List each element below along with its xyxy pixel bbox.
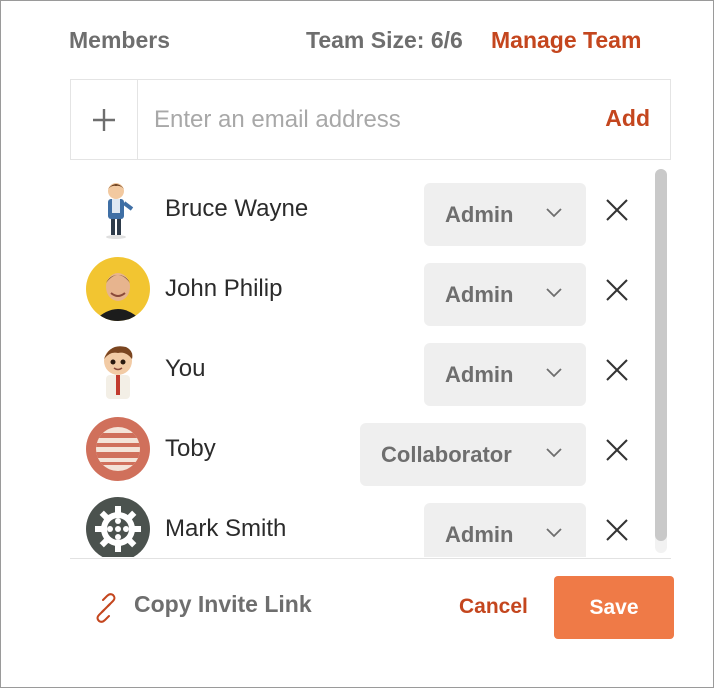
invite-email-box: Add (70, 79, 671, 160)
member-row: John Philip Admin (70, 249, 650, 329)
copy-invite-link-label: Copy Invite Link (134, 591, 312, 617)
member-name: John Philip (165, 275, 283, 302)
role-select[interactable]: Admin (424, 183, 586, 246)
role-label: Admin (445, 202, 514, 227)
chevron-down-icon (546, 448, 562, 458)
chevron-down-icon (546, 368, 562, 378)
members-title: Members (69, 27, 170, 53)
close-icon[interactable] (604, 437, 630, 463)
footer-divider (70, 558, 671, 559)
role-label: Admin (445, 362, 514, 387)
link-icon (96, 593, 116, 623)
manage-team-link[interactable]: Manage Team (491, 27, 641, 54)
role-select[interactable]: Collaborator (360, 423, 586, 486)
scrollbar-thumb[interactable] (655, 169, 667, 541)
add-button[interactable]: Add (605, 105, 650, 132)
member-list: Bruce Wayne Admin John Philip Admin You … (70, 164, 671, 557)
chevron-down-icon (546, 208, 562, 218)
member-row: Bruce Wayne Admin (70, 169, 650, 249)
close-icon[interactable] (604, 277, 630, 303)
photo-avatar (86, 257, 150, 321)
save-button[interactable]: Save (554, 576, 674, 639)
cartoon-boy-avatar (86, 337, 150, 401)
close-icon[interactable] (604, 517, 630, 543)
member-row: Mark Smith Admin (70, 489, 650, 557)
role-label: Admin (445, 282, 514, 307)
member-name: Mark Smith (165, 515, 287, 542)
cartoon-man-avatar (86, 177, 150, 241)
close-icon[interactable] (604, 197, 630, 223)
member-name: You (165, 355, 206, 382)
dialog-header: Members Team Size: 6/6 Manage Team (69, 27, 657, 57)
plus-icon-cell[interactable] (71, 80, 138, 159)
member-name: Toby (165, 435, 216, 462)
plus-icon (93, 109, 115, 131)
chevron-down-icon (546, 528, 562, 538)
gear-avatar (86, 497, 150, 557)
close-icon[interactable] (604, 357, 630, 383)
role-select[interactable]: Admin (424, 503, 586, 557)
email-input[interactable] (138, 80, 578, 159)
role-select[interactable]: Admin (424, 343, 586, 406)
team-size-label: Team Size: 6/6 (306, 27, 463, 53)
planet-avatar (86, 417, 150, 481)
member-name: Bruce Wayne (165, 195, 309, 222)
team-members-dialog: Members Team Size: 6/6 Manage Team Add (0, 0, 714, 688)
role-label: Admin (445, 522, 514, 547)
cancel-button[interactable]: Cancel (459, 595, 528, 619)
member-list-scrollbar[interactable] (655, 169, 667, 553)
member-row: Toby Collaborator (70, 409, 650, 489)
role-select[interactable]: Admin (424, 263, 586, 326)
member-row: You Admin (70, 329, 650, 409)
chevron-down-icon (546, 288, 562, 298)
role-label: Collaborator (381, 442, 512, 467)
